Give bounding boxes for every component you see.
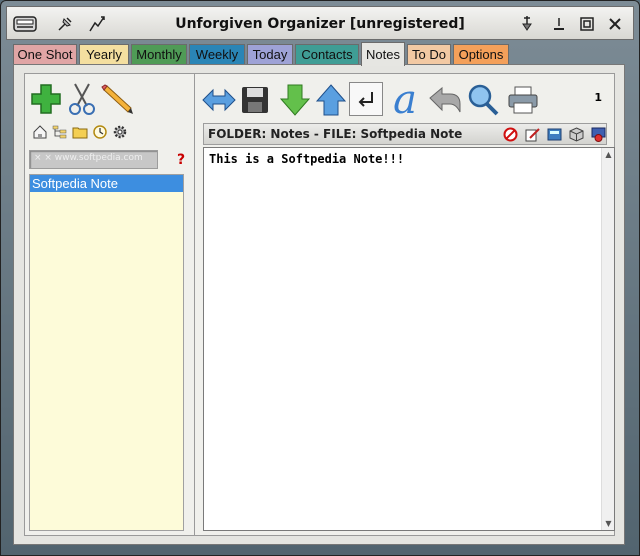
tab-weekly[interactable]: Weekly [189, 44, 245, 64]
home-icon[interactable] [31, 123, 49, 141]
folder-bar: FOLDER: Notes - FILE: Softpedia Note [203, 123, 607, 145]
search-input[interactable]: × × www.softpedia.com [29, 150, 158, 169]
tab-yearly[interactable]: Yearly [79, 44, 129, 64]
note-count: 1 [594, 91, 602, 104]
cube-icon[interactable] [568, 126, 585, 143]
pushpin-icon[interactable] [515, 13, 539, 35]
font-icon[interactable]: a [387, 80, 423, 120]
stop-icon[interactable] [502, 126, 519, 143]
down-arrow-icon[interactable] [277, 82, 313, 118]
scroll-up-icon[interactable]: ▲ [604, 150, 613, 159]
editor-scrollbar[interactable]: ▲ ▼ [601, 148, 614, 530]
folder-file-label: FOLDER: Notes - FILE: Softpedia Note [208, 127, 463, 141]
list-item[interactable]: Softpedia Note [30, 175, 183, 192]
title-bar: Unforgiven Organizer [unregistered] [6, 6, 634, 40]
right-panel: a 1 FOLDER: Notes - FILE: Softpedia Note [194, 73, 615, 536]
search-icon[interactable] [465, 82, 501, 118]
tab-contacts[interactable]: Contacts [295, 44, 359, 64]
calculator-icon[interactable] [546, 126, 563, 143]
save-icon[interactable] [237, 82, 273, 118]
clock-icon[interactable] [91, 123, 109, 141]
scroll-down-icon[interactable]: ▼ [604, 519, 613, 528]
left-panel: × × www.softpedia.com ? Softpedia Note [24, 73, 204, 536]
note-content[interactable]: This is a Softpedia Note!!! [209, 152, 404, 166]
tab-notes[interactable]: Notes [361, 42, 405, 66]
maximize-icon[interactable] [575, 13, 599, 35]
badge-icon[interactable] [590, 126, 607, 143]
gear-icon[interactable] [111, 123, 129, 141]
return-icon[interactable] [349, 82, 383, 116]
window-title: Unforgiven Organizer [unregistered] [175, 16, 465, 32]
note-editor[interactable]: This is a Softpedia Note!!! ▲ ▼ [203, 147, 615, 531]
up-arrow-icon[interactable] [313, 82, 349, 118]
tab-one-shot[interactable]: One Shot [13, 44, 77, 64]
close-icon[interactable] [603, 13, 627, 35]
help-icon[interactable]: ? [173, 151, 189, 169]
tree-icon[interactable] [51, 123, 69, 141]
print-icon[interactable] [505, 82, 541, 118]
folder-icon[interactable] [71, 123, 89, 141]
app-window: Unforgiven Organizer [unregistered] One … [0, 0, 640, 556]
back-icon[interactable] [427, 82, 463, 118]
tab-options[interactable]: Options [453, 44, 509, 64]
swap-icon[interactable] [201, 82, 237, 118]
notes-content: × × www.softpedia.com ? Softpedia Note a… [13, 64, 625, 545]
notes-list: Softpedia Note [29, 174, 184, 531]
edit-icon[interactable] [524, 126, 541, 143]
tab-today[interactable]: Today [247, 44, 293, 64]
tab-to-do[interactable]: To Do [407, 44, 451, 64]
cut-icon[interactable] [65, 82, 99, 116]
pencil-icon[interactable] [101, 82, 135, 116]
tab-monthly[interactable]: Monthly [131, 44, 187, 64]
add-icon[interactable] [29, 82, 63, 116]
minimize-icon[interactable] [547, 13, 571, 35]
